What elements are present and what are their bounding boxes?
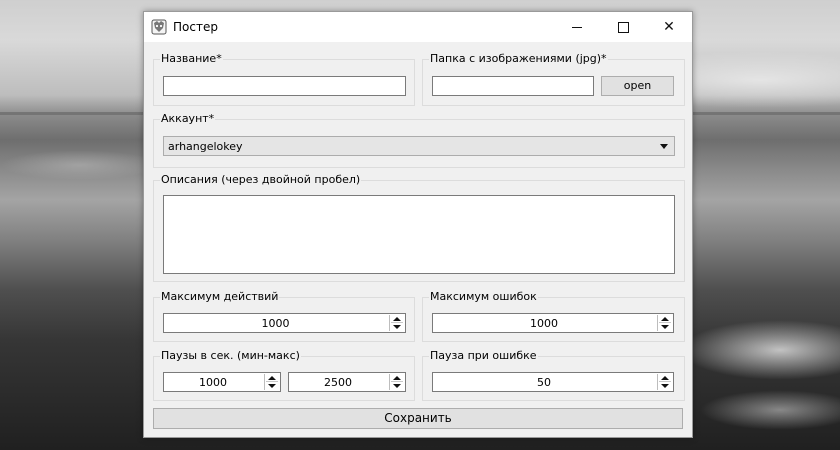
spin-arrows-icon[interactable]	[264, 374, 279, 390]
pauses-label: Паузы в сек. (мин-макс)	[160, 349, 301, 362]
pause-min-spinbox[interactable]: 1000	[163, 372, 281, 392]
maximize-button[interactable]	[600, 12, 646, 42]
name-label: Название*	[160, 52, 223, 65]
max-errors-value: 1000	[530, 317, 558, 330]
folder-label: Папка с изображениями (jpg)*	[429, 52, 608, 65]
maximize-icon	[618, 22, 629, 33]
pause-min-value: 1000	[199, 376, 227, 389]
account-select[interactable]: arhangelokey	[163, 136, 675, 156]
descriptions-label: Описания (через двойной пробел)	[160, 173, 362, 186]
spin-arrows-icon[interactable]	[389, 315, 404, 331]
pause-max-value: 2500	[324, 376, 352, 389]
close-icon: ✕	[663, 19, 675, 35]
error-pause-spinbox[interactable]: 50	[432, 372, 674, 392]
background-wave	[700, 390, 840, 430]
minimize-button[interactable]	[554, 12, 600, 42]
background-wave	[680, 320, 840, 380]
folder-input[interactable]	[432, 76, 594, 96]
app-window: Постер ✕ Название* Папка с изображениями…	[143, 11, 693, 438]
max-errors-label: Максимум ошибок	[429, 290, 538, 303]
minimize-icon	[572, 27, 582, 28]
error-pause-label: Пауза при ошибке	[429, 349, 538, 362]
spin-arrows-icon[interactable]	[657, 315, 672, 331]
spin-arrows-icon[interactable]	[389, 374, 404, 390]
close-button[interactable]: ✕	[646, 12, 692, 42]
max-actions-value: 1000	[261, 317, 290, 330]
pause-max-spinbox[interactable]: 2500	[288, 372, 406, 392]
save-button-label: Сохранить	[384, 411, 452, 425]
window-title: Постер	[173, 20, 218, 34]
title-bar[interactable]: Постер ✕	[144, 12, 692, 42]
app-icon	[151, 19, 167, 35]
spin-arrows-icon[interactable]	[657, 374, 672, 390]
max-actions-label: Максимум действий	[160, 290, 280, 303]
chevron-down-icon	[660, 144, 668, 149]
background-wave	[0, 150, 160, 180]
account-label: Аккаунт*	[160, 112, 216, 125]
max-errors-spinbox[interactable]: 1000	[432, 313, 674, 333]
open-button[interactable]: open	[601, 76, 674, 96]
descriptions-textarea[interactable]	[163, 195, 675, 274]
save-button[interactable]: Сохранить	[153, 408, 683, 429]
max-actions-spinbox[interactable]: 1000	[163, 313, 406, 333]
open-button-label: open	[623, 79, 652, 92]
account-select-value: arhangelokey	[168, 140, 243, 153]
name-input[interactable]	[163, 76, 406, 96]
error-pause-value: 50	[537, 376, 551, 389]
